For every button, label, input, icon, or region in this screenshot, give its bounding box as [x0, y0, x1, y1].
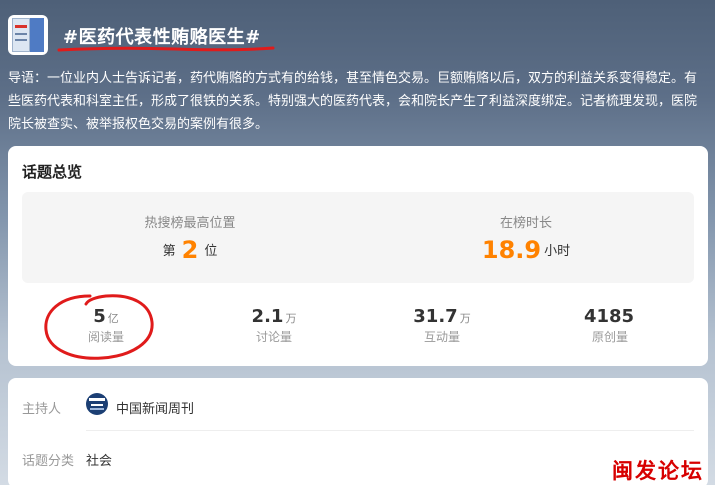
stat-unit: 万 [285, 312, 297, 325]
host-name[interactable]: 中国新闻周刊 [116, 398, 194, 417]
overview-title: 话题总览 [22, 163, 83, 181]
stat-label: 讨论量 [255, 330, 292, 344]
stat-originals: 4185 原创量 [526, 306, 694, 345]
peak-position-prefix: 第 [162, 244, 176, 259]
duration-label: 在榜时长 [499, 216, 552, 231]
peak-position-label: 热搜榜最高位置 [144, 216, 236, 231]
stat-value: 31.7 [413, 306, 458, 327]
host-avatar[interactable] [86, 393, 108, 415]
category-label: 话题分类 [22, 454, 75, 469]
watermark: 闽发论坛 [612, 458, 704, 483]
peak-position: 热搜榜最高位置 第2位 [22, 192, 358, 283]
divider [86, 430, 694, 431]
topic-intro: 导语：一位业内人士告诉记者，药代贿赂的方式有的给钱，甚至情色交易。巨额贿赂以后，… [8, 71, 698, 132]
stat-interactions: 31.7 万 互动量 [358, 306, 526, 345]
on-list-duration: 在榜时长 18.9 小时 [358, 192, 694, 283]
duration-value: 18.9 [481, 236, 542, 264]
peak-position-suffix: 位 [204, 244, 218, 259]
red-circle-annotation [44, 294, 154, 360]
host-label: 主持人 [22, 402, 62, 417]
stat-unit: 万 [459, 312, 471, 325]
peak-position-value: 2 [181, 236, 199, 264]
red-underline-annotation [57, 46, 275, 52]
stat-discussions: 2.1 万 讨论量 [190, 306, 358, 345]
stat-label: 原创量 [591, 330, 628, 344]
stat-unit [634, 312, 636, 325]
category-value: 社会 [86, 454, 113, 469]
ranking-summary: 热搜榜最高位置 第2位 在榜时长 18.9 小时 [22, 192, 694, 283]
duration-unit: 小时 [544, 244, 571, 259]
stat-label: 互动量 [423, 330, 460, 344]
stat-value: 4185 [583, 306, 635, 327]
stat-value: 2.1 [251, 306, 284, 327]
topic-info-card: 主持人 中国新闻周刊 话题分类 社会 [8, 378, 708, 485]
topic-cover-image [8, 15, 48, 55]
